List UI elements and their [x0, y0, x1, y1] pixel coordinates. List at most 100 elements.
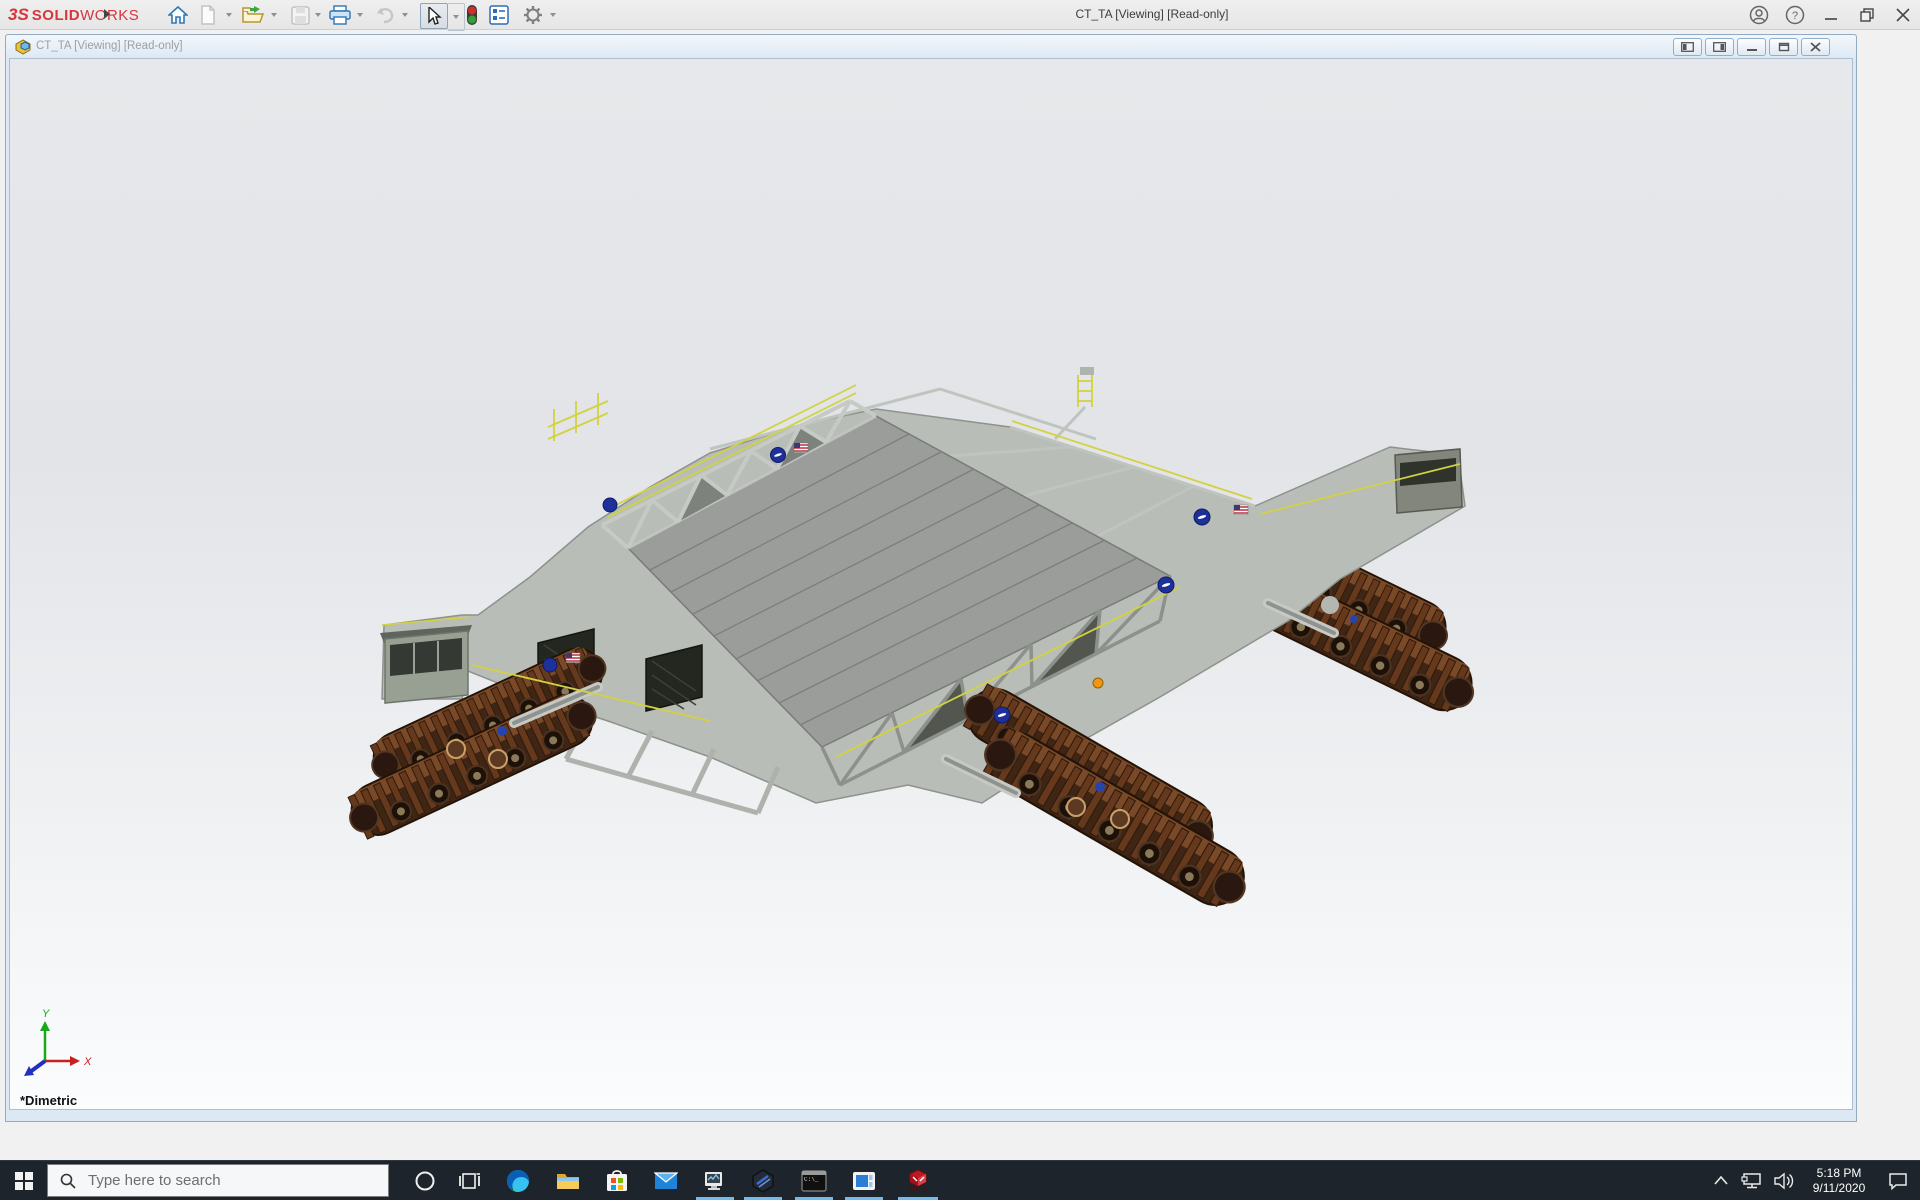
document-minimize-button[interactable] — [1737, 38, 1766, 56]
start-button[interactable] — [0, 1161, 47, 1200]
document-minimize-icon — [1746, 42, 1758, 52]
taskbar: C:\_ 2020 — [0, 1160, 1920, 1200]
mast-platform — [1080, 367, 1094, 375]
volume-button[interactable] — [1768, 1161, 1802, 1200]
hexagon-tool-icon — [751, 1169, 775, 1193]
taskbar-app-edge[interactable] — [498, 1161, 538, 1200]
volume-icon — [1774, 1172, 1796, 1190]
document-title: CT_TA [Viewing] [Read-only] — [36, 40, 183, 52]
task-view-icon — [459, 1170, 481, 1192]
app-title-bar: 3S SOLIDWORKS — [0, 0, 1920, 30]
windows-logo-icon — [15, 1172, 33, 1190]
taskbar-app-hexagon-tool[interactable] — [743, 1161, 783, 1200]
taskbar-app-command-prompt[interactable]: C:\_ — [794, 1161, 834, 1200]
command-prompt-icon: C:\_ — [801, 1170, 827, 1192]
new-document-dropdown-caret[interactable] — [222, 3, 236, 27]
taskbar-app-microsoft-store[interactable] — [597, 1161, 637, 1200]
operator-cab-right — [1395, 449, 1462, 513]
pane-left-icon — [1681, 42, 1694, 52]
open-dropdown-caret[interactable] — [267, 3, 281, 27]
solidworks-badge: 2020 — [909, 1186, 927, 1193]
chevron-up-icon — [1714, 1176, 1728, 1185]
taskbar-app-mail[interactable] — [646, 1161, 686, 1200]
print-button[interactable] — [328, 3, 352, 27]
app-window-title: CT_TA [Viewing] [Read-only] — [1032, 7, 1272, 21]
traffic-light-icon — [466, 4, 478, 26]
solidworks-logo: 3S SOLIDWORKS — [8, 3, 139, 27]
view-orientation-label: *Dimetric — [20, 1093, 77, 1108]
assembly-icon — [14, 38, 32, 55]
system-tray: 5:18 PM 9/11/2020 — [1706, 1161, 1920, 1200]
open-button[interactable] — [241, 3, 265, 27]
gear-icon — [523, 5, 543, 25]
close-icon — [1896, 8, 1910, 22]
print-icon — [329, 5, 351, 25]
taskbar-search[interactable] — [47, 1164, 389, 1197]
network-icon — [1741, 1172, 1763, 1190]
restore-button[interactable] — [1850, 0, 1884, 29]
undo-button[interactable] — [373, 3, 397, 27]
save-button[interactable] — [288, 3, 312, 27]
taskbar-app-photos[interactable] — [844, 1161, 884, 1200]
options-button[interactable] — [521, 3, 545, 27]
account-icon — [1749, 5, 1769, 25]
document-restore-icon — [1778, 42, 1790, 52]
triad-x-label: X — [83, 1056, 92, 1068]
hidden-icons-button[interactable] — [1706, 1161, 1736, 1200]
options-dropdown-caret[interactable] — [546, 3, 560, 27]
solidworks-logo-glyph: 3S — [8, 5, 29, 25]
print-dropdown-caret[interactable] — [353, 3, 367, 27]
pane-right-button[interactable] — [1705, 38, 1734, 56]
mail-icon — [654, 1171, 678, 1191]
edge-icon — [506, 1169, 530, 1193]
menu-expand-arrow-icon[interactable] — [104, 9, 110, 19]
select-tool-button[interactable] — [420, 3, 448, 29]
pane-right-icon — [1713, 42, 1726, 52]
action-center-button[interactable] — [1876, 1161, 1920, 1200]
microsoft-store-icon — [606, 1169, 628, 1193]
save-icon — [291, 6, 310, 25]
evaluate-form-icon — [489, 5, 509, 25]
search-icon — [60, 1173, 76, 1189]
document-close-icon — [1810, 42, 1821, 52]
clock-time: 5:18 PM — [1802, 1166, 1876, 1181]
save-dropdown-caret[interactable] — [311, 3, 325, 27]
minimize-button[interactable] — [1814, 0, 1848, 29]
help-button[interactable]: ? — [1778, 0, 1812, 29]
minimize-icon — [1824, 8, 1838, 22]
help-icon: ? — [1785, 5, 1805, 25]
taskbar-app-cortana[interactable] — [405, 1161, 445, 1200]
graphics-viewport[interactable]: Y X *Dimetric — [9, 58, 1853, 1110]
file-explorer-icon — [556, 1170, 580, 1192]
select-cursor-icon — [426, 7, 442, 25]
document-title-bar[interactable]: CT_TA [Viewing] [Read-only] — [6, 35, 1856, 58]
clock-date: 9/11/2020 — [1802, 1181, 1876, 1196]
photos-icon — [852, 1171, 876, 1191]
document-window: CT_TA [Viewing] [Read-only] — [5, 34, 1857, 1122]
new-document-button[interactable] — [196, 3, 220, 27]
document-close-button[interactable] — [1801, 38, 1830, 56]
taskbar-app-file-explorer[interactable] — [548, 1161, 588, 1200]
undo-dropdown-caret[interactable] — [398, 3, 412, 27]
taskbar-app-solidworks-2020[interactable]: 2020 — [896, 1161, 940, 1200]
crawler-transporter-model[interactable] — [340, 367, 1485, 917]
account-button[interactable] — [1742, 0, 1776, 29]
document-restore-button[interactable] — [1769, 38, 1798, 56]
search-input[interactable] — [86, 1171, 370, 1190]
viewport-canvas[interactable]: Y X — [10, 59, 1853, 1110]
action-center-icon — [1888, 1172, 1908, 1190]
home-button[interactable] — [166, 3, 190, 27]
evaluate-button[interactable] — [487, 3, 511, 27]
network-button[interactable] — [1736, 1161, 1768, 1200]
open-folder-icon — [242, 5, 264, 25]
close-button[interactable] — [1886, 0, 1920, 29]
performance-button[interactable] — [460, 3, 484, 27]
solidworks-2020-icon — [907, 1169, 929, 1186]
home-icon — [168, 5, 188, 25]
taskbar-app-system-monitor[interactable] — [695, 1161, 735, 1200]
taskbar-clock[interactable]: 5:18 PM 9/11/2020 — [1802, 1166, 1876, 1196]
reference-triad[interactable]: Y X — [24, 1008, 92, 1076]
system-monitor-icon — [703, 1170, 727, 1192]
taskbar-app-task-view[interactable] — [450, 1161, 490, 1200]
pane-left-button[interactable] — [1673, 38, 1702, 56]
